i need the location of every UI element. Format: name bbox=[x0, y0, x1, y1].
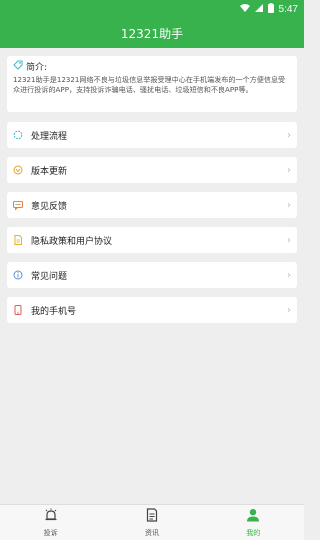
menu-item-process[interactable]: 处理流程 › bbox=[7, 122, 297, 148]
phone-icon bbox=[13, 305, 23, 315]
chevron-right-icon: › bbox=[287, 269, 291, 281]
news-icon bbox=[145, 507, 159, 526]
battery-icon bbox=[267, 3, 274, 16]
page-title: 12321助手 bbox=[120, 26, 184, 41]
intro-card: 简介: 12321助手是12321网络不良与垃圾信息举报受理中心在手机端发布的一… bbox=[7, 56, 297, 112]
chevron-right-icon: › bbox=[287, 164, 291, 176]
tag-icon bbox=[13, 60, 23, 73]
menu-item-phone[interactable]: 我的手机号 › bbox=[7, 297, 297, 323]
menu-label-privacy: 隐私政策和用户协议 bbox=[31, 236, 113, 247]
status-bar: 5:47 bbox=[0, 0, 304, 18]
intro-header: 简介: bbox=[13, 60, 291, 73]
feedback-icon bbox=[13, 200, 23, 210]
menu-item-update[interactable]: 版本更新 › bbox=[7, 157, 297, 183]
faq-icon bbox=[13, 270, 23, 280]
alarm-icon bbox=[44, 507, 58, 526]
signal-icon bbox=[254, 4, 263, 15]
chevron-right-icon: › bbox=[287, 234, 291, 246]
chevron-right-icon: › bbox=[287, 304, 291, 316]
tab-label-complaint: 投诉 bbox=[43, 529, 58, 537]
person-icon bbox=[246, 507, 260, 526]
wifi-icon bbox=[239, 4, 250, 15]
privacy-icon bbox=[13, 235, 23, 245]
menu-item-feedback[interactable]: 意见反馈 › bbox=[7, 192, 297, 218]
tab-label-mine: 我的 bbox=[246, 529, 261, 537]
menu-label-faq: 常见问题 bbox=[31, 271, 68, 282]
chevron-right-icon: › bbox=[287, 129, 291, 141]
tab-label-news: 资讯 bbox=[144, 529, 159, 537]
process-icon bbox=[13, 130, 23, 140]
intro-title: 简介: bbox=[26, 62, 48, 73]
status-icons: 5:47 bbox=[239, 3, 298, 16]
chevron-right-icon: › bbox=[287, 199, 291, 211]
tab-mine[interactable]: 我的 bbox=[203, 505, 304, 540]
update-icon bbox=[13, 165, 23, 175]
tab-complaint[interactable]: 投诉 bbox=[0, 505, 101, 540]
intro-text: 12321助手是12321网络不良与垃圾信息举报受理中心在手机端发布的一个方便信… bbox=[13, 75, 286, 94]
menu-label-process: 处理流程 bbox=[31, 131, 68, 142]
menu-item-faq[interactable]: 常见问题 › bbox=[7, 262, 297, 288]
menu-label-feedback: 意见反馈 bbox=[31, 201, 68, 212]
menu-item-privacy[interactable]: 隐私政策和用户协议 › bbox=[7, 227, 297, 253]
bottom-tab-bar: 投诉 资讯 我的 bbox=[0, 504, 304, 540]
status-time: 5:47 bbox=[278, 4, 298, 15]
menu-label-phone: 我的手机号 bbox=[31, 306, 77, 317]
tab-news[interactable]: 资讯 bbox=[101, 505, 202, 540]
app-bar: 12321助手 bbox=[0, 18, 304, 48]
menu-label-update: 版本更新 bbox=[31, 166, 68, 177]
